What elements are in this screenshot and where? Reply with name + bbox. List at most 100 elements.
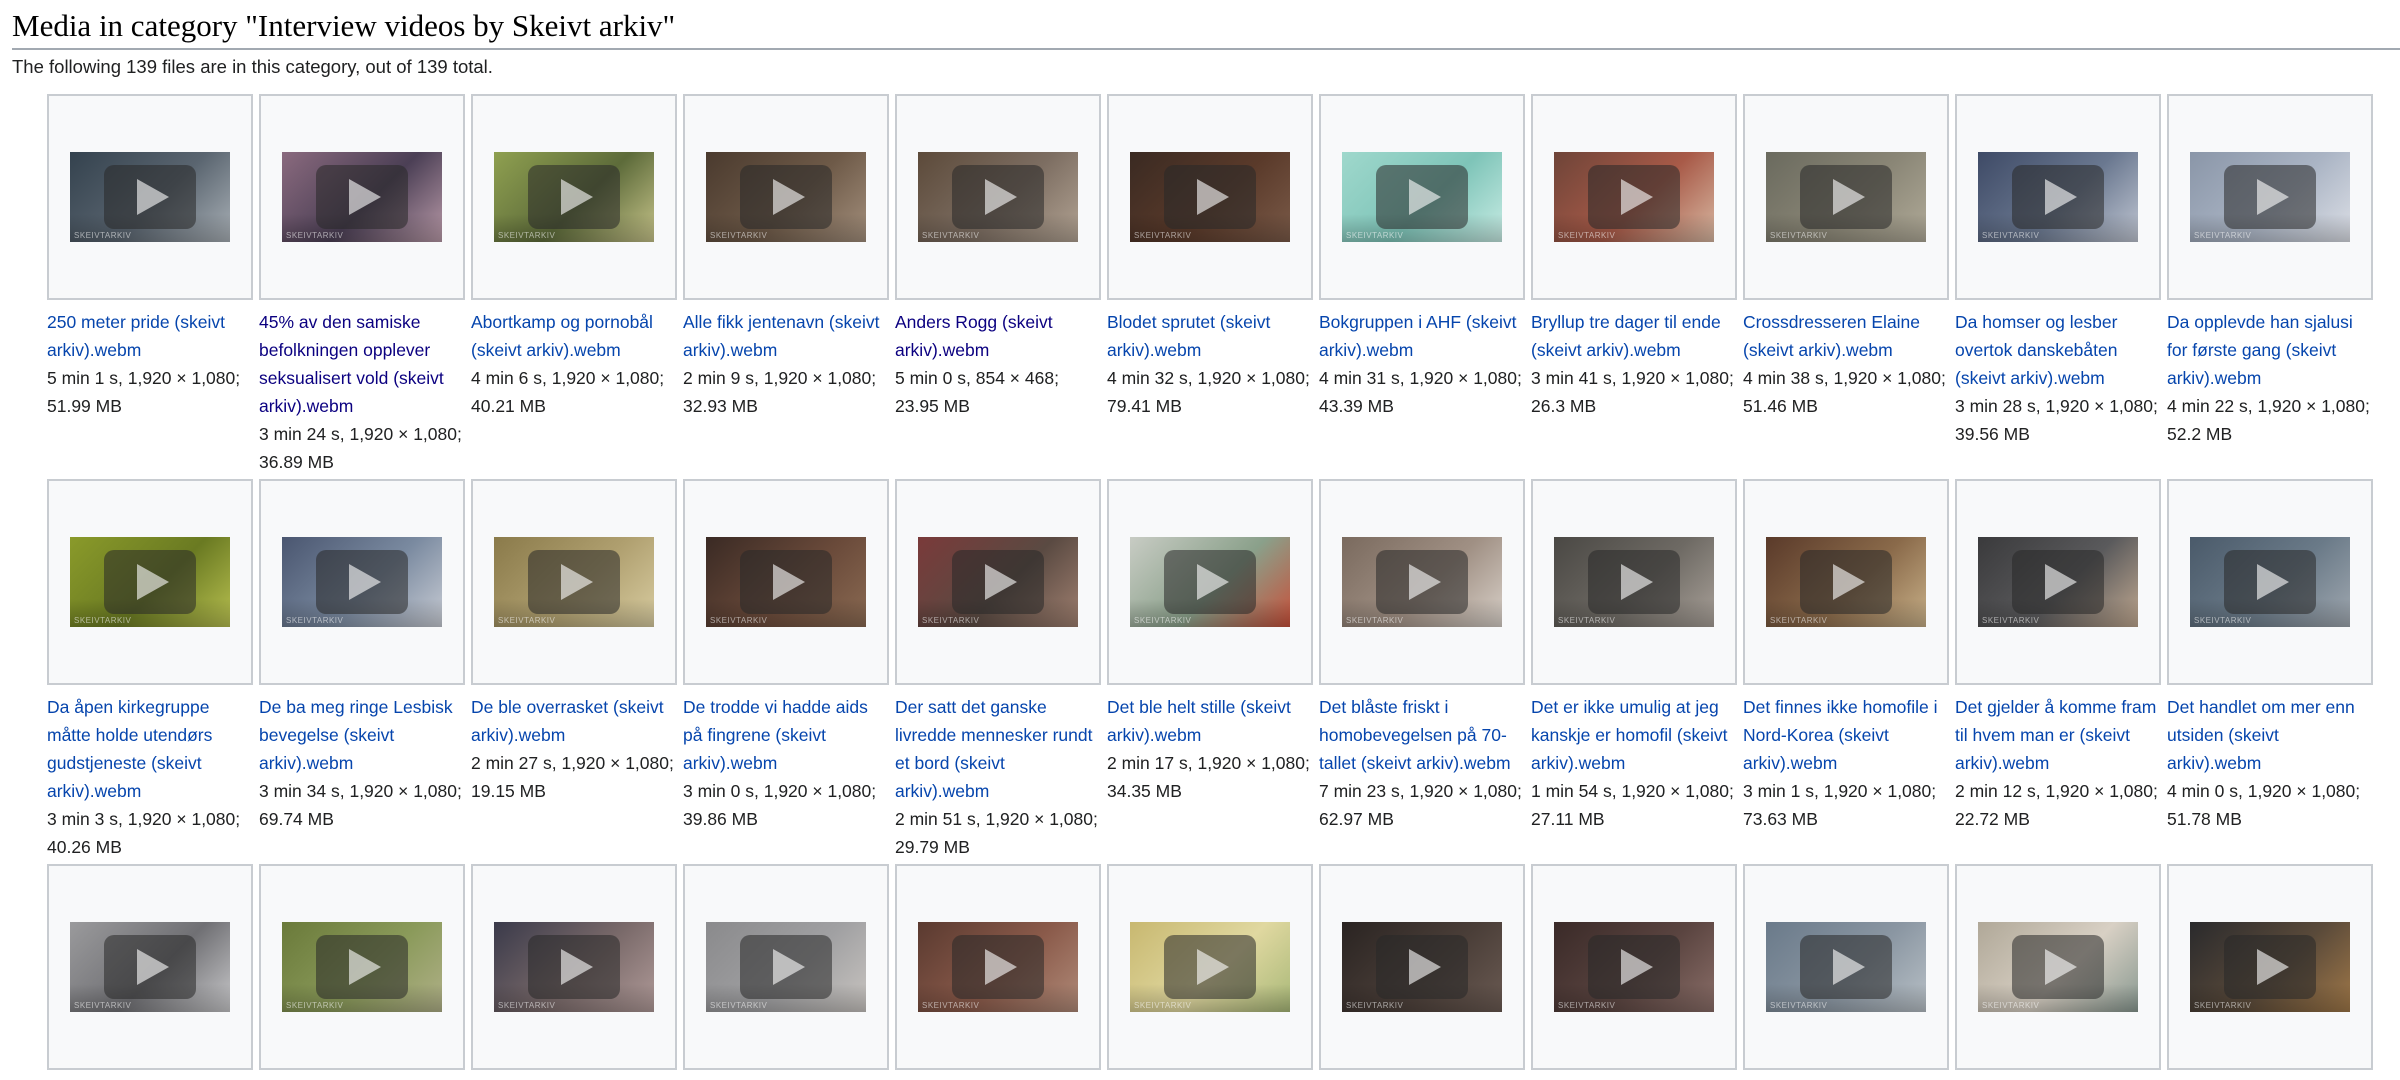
- video-thumbnail[interactable]: SKEIVTARKIV: [1743, 94, 1949, 300]
- play-icon[interactable]: [2012, 165, 2104, 229]
- file-name-link[interactable]: Da opplevde han sjalusi for første gang …: [2167, 308, 2371, 392]
- video-thumbnail[interactable]: SKEIVTARKIV: [683, 864, 889, 1070]
- video-thumbnail[interactable]: SKEIVTARKIV: [1531, 864, 1737, 1070]
- play-icon[interactable]: [1588, 935, 1680, 999]
- video-thumbnail[interactable]: SKEIVTARKIV: [47, 94, 253, 300]
- video-thumbnail[interactable]: SKEIVTARKIV: [895, 94, 1101, 300]
- play-icon[interactable]: [528, 550, 620, 614]
- video-thumbnail[interactable]: SKEIVTARKIV: [1107, 94, 1313, 300]
- watermark-logo: SKEIVTARKIV: [286, 1001, 344, 1010]
- video-thumbnail[interactable]: SKEIVTARKIV: [1531, 479, 1737, 685]
- video-thumbnail[interactable]: SKEIVTARKIV: [1319, 479, 1525, 685]
- file-name-link[interactable]: Bokgruppen i AHF (skeivt arkiv).webm: [1319, 308, 1523, 364]
- play-icon[interactable]: [316, 935, 408, 999]
- video-thumbnail[interactable]: SKEIVTARKIV: [1743, 864, 1949, 1070]
- play-icon[interactable]: [1376, 935, 1468, 999]
- play-icon[interactable]: [1164, 935, 1256, 999]
- file-name-link[interactable]: Da homser og lesber overtok danskebåten …: [1955, 308, 2159, 392]
- play-icon[interactable]: [2012, 550, 2104, 614]
- video-thumbnail[interactable]: SKEIVTARKIV: [471, 94, 677, 300]
- video-thumbnail[interactable]: SKEIVTARKIV: [895, 479, 1101, 685]
- video-thumbnail[interactable]: SKEIVTARKIV: [2167, 864, 2373, 1070]
- file-name-link[interactable]: 250 meter pride (skeivt arkiv).webm: [47, 308, 251, 364]
- play-icon[interactable]: [2224, 935, 2316, 999]
- file-name-link[interactable]: De ba meg ringe Lesbisk bevegelse (skeiv…: [259, 693, 463, 777]
- play-icon[interactable]: [528, 165, 620, 229]
- play-icon[interactable]: [2224, 165, 2316, 229]
- play-icon[interactable]: [2012, 935, 2104, 999]
- video-thumbnail[interactable]: SKEIVTARKIV: [1743, 479, 1949, 685]
- video-thumbnail[interactable]: SKEIVTARKIV: [471, 479, 677, 685]
- play-icon[interactable]: [740, 165, 832, 229]
- play-icon[interactable]: [740, 935, 832, 999]
- video-thumbnail[interactable]: SKEIVTARKIV: [1107, 864, 1313, 1070]
- video-thumbnail[interactable]: SKEIVTARKIV: [259, 864, 465, 1070]
- file-name-link[interactable]: Crossdresseren Elaine (skeivt arkiv).web…: [1743, 308, 1947, 364]
- video-thumbnail[interactable]: SKEIVTARKIV: [2167, 479, 2373, 685]
- video-thumbnail[interactable]: SKEIVTARKIV: [1107, 479, 1313, 685]
- play-icon[interactable]: [952, 550, 1044, 614]
- file-name-link[interactable]: Alle fikk jentenavn (skeivt arkiv).webm: [683, 308, 887, 364]
- play-icon[interactable]: [2224, 550, 2316, 614]
- video-thumbnail[interactable]: SKEIVTARKIV: [683, 479, 889, 685]
- video-thumbnail[interactable]: SKEIVTARKIV: [1531, 94, 1737, 300]
- play-icon[interactable]: [1800, 550, 1892, 614]
- file-name-link[interactable]: Det gjelder å komme fram til hvem man er…: [1955, 693, 2159, 777]
- file-name-link[interactable]: Blodet sprutet (skeivt arkiv).webm: [1107, 308, 1311, 364]
- file-name-link[interactable]: Det handlet om mer enn utsiden (skeivt a…: [2167, 693, 2371, 777]
- file-name-link[interactable]: Det er ikke umulig at jeg kanskje er hom…: [1531, 693, 1735, 777]
- video-thumbnail[interactable]: SKEIVTARKIV: [2167, 94, 2373, 300]
- video-thumbnail[interactable]: SKEIVTARKIV: [471, 864, 677, 1070]
- video-thumbnail[interactable]: SKEIVTARKIV: [683, 94, 889, 300]
- play-icon[interactable]: [952, 165, 1044, 229]
- watermark-logo: SKEIVTARKIV: [498, 1001, 556, 1010]
- play-icon[interactable]: [1800, 165, 1892, 229]
- play-icon[interactable]: [316, 550, 408, 614]
- file-info: 2 min 9 s, 1,920 × 1,080; 32.93 MB: [683, 368, 877, 416]
- file-name-link[interactable]: Det blåste friskt i homobevegelsen på 70…: [1319, 693, 1523, 777]
- play-icon[interactable]: [104, 165, 196, 229]
- play-icon[interactable]: [316, 165, 408, 229]
- file-name-link[interactable]: Da åpen kirkegruppe måtte holde utendørs…: [47, 693, 251, 805]
- file-name-link[interactable]: De trodde vi hadde aids på fingrene (ske…: [683, 693, 887, 777]
- play-icon[interactable]: [528, 935, 620, 999]
- file-name-link[interactable]: Anders Rogg (skeivt arkiv).webm: [895, 308, 1099, 364]
- play-icon[interactable]: [1588, 550, 1680, 614]
- video-thumbnail[interactable]: SKEIVTARKIV: [1319, 94, 1525, 300]
- play-icon[interactable]: [104, 935, 196, 999]
- play-icon[interactable]: [1800, 935, 1892, 999]
- play-icon[interactable]: [952, 935, 1044, 999]
- video-thumbnail[interactable]: SKEIVTARKIV: [259, 479, 465, 685]
- play-icon[interactable]: [1164, 550, 1256, 614]
- video-thumbnail[interactable]: SKEIVTARKIV: [259, 94, 465, 300]
- gallery-item: SKEIVTARKIV Det finnes ikke homofile i No…: [1743, 479, 1949, 833]
- file-name-link[interactable]: Det finnes ikke homofile i Nord-Korea (s…: [1743, 693, 1947, 777]
- media-gallery: SKEIVTARKIV 250 meter pride (skeivt arkiv…: [0, 0, 2400, 1080]
- file-name-link[interactable]: Der satt det ganske livredde mennesker r…: [895, 693, 1099, 805]
- gallery-text: 250 meter pride (skeivt arkiv).webm 5 min…: [47, 300, 253, 420]
- play-icon[interactable]: [1164, 165, 1256, 229]
- video-thumbnail[interactable]: SKEIVTARKIV: [1319, 864, 1525, 1070]
- video-thumbnail[interactable]: SKEIVTARKIV: [47, 479, 253, 685]
- video-still: SKEIVTARKIV: [2190, 922, 2350, 1012]
- video-thumbnail[interactable]: SKEIVTARKIV: [1955, 864, 2161, 1070]
- file-name-link[interactable]: De ble overrasket (skeivt arkiv).webm: [471, 693, 675, 749]
- play-icon[interactable]: [740, 550, 832, 614]
- video-thumbnail[interactable]: SKEIVTARKIV: [1955, 479, 2161, 685]
- video-thumbnail[interactable]: SKEIVTARKIV: [1955, 94, 2161, 300]
- watermark-logo: SKEIVTARKIV: [710, 1001, 768, 1010]
- file-name-link[interactable]: Bryllup tre dager til ende (skeivt arkiv…: [1531, 308, 1735, 364]
- file-name-link[interactable]: Det ble helt stille (skeivt arkiv).webm: [1107, 693, 1311, 749]
- video-still: SKEIVTARKIV: [1342, 922, 1502, 1012]
- play-icon[interactable]: [1588, 165, 1680, 229]
- watermark-logo: SKEIVTARKIV: [286, 616, 344, 625]
- video-thumbnail[interactable]: SKEIVTARKIV: [895, 864, 1101, 1070]
- play-icon[interactable]: [104, 550, 196, 614]
- video-thumbnail[interactable]: SKEIVTARKIV: [47, 864, 253, 1070]
- play-icon[interactable]: [1376, 165, 1468, 229]
- file-name-link[interactable]: Abortkamp og pornobål (skeivt arkiv).web…: [471, 308, 675, 364]
- watermark-logo: SKEIVTARKIV: [710, 616, 768, 625]
- file-name-link[interactable]: 45% av den samiske befolkningen opplever…: [259, 308, 463, 420]
- play-icon[interactable]: [1376, 550, 1468, 614]
- gallery-text: Da opplevde han sjalusi for første gang …: [2167, 300, 2373, 448]
